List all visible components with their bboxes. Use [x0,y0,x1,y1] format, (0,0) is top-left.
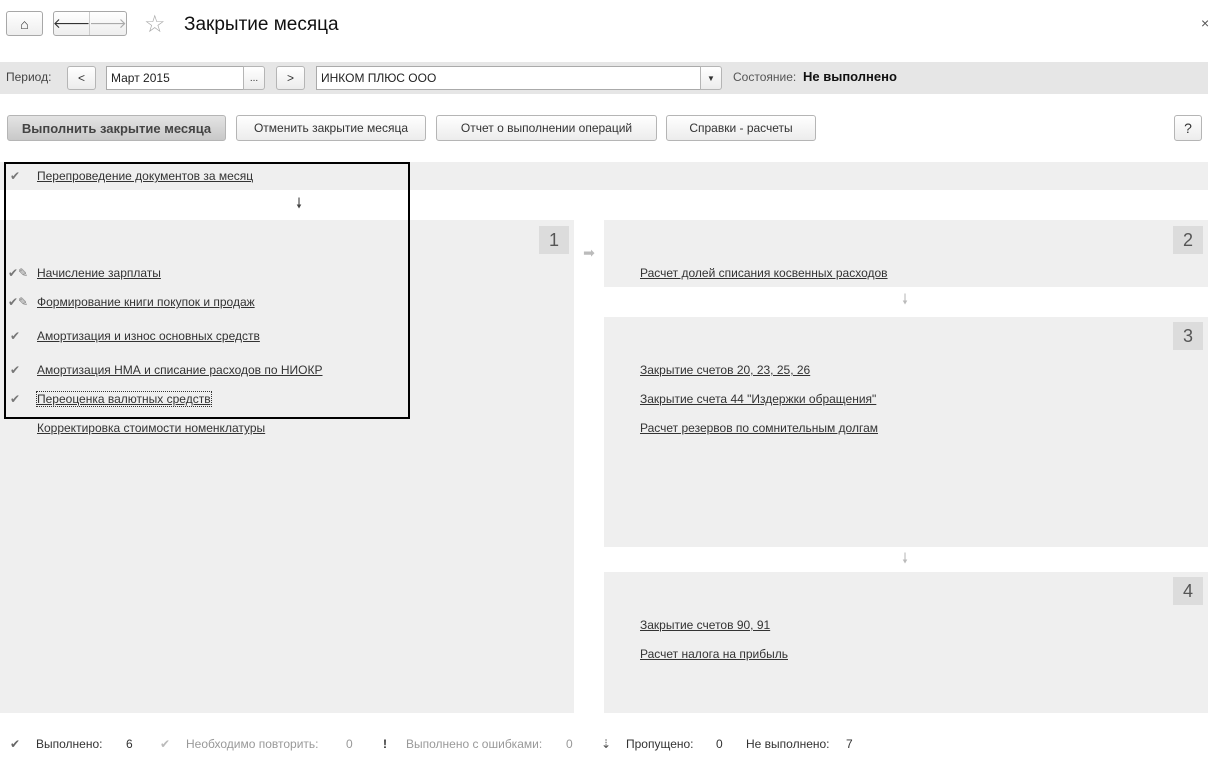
run-closing-button[interactable]: Выполнить закрытие месяца [7,115,226,141]
stage-number: 1 [539,226,569,254]
help-button[interactable]: ? [1174,115,1202,141]
stage-item-link[interactable]: Корректировка стоимости номенклатуры [37,421,265,435]
operations-report-button[interactable]: Отчет о выполнении операций [436,115,657,141]
legend-notdone-count: 7 [846,737,853,751]
stage-item-link[interactable]: Расчет налога на прибыль [640,647,788,661]
legend-done-count: 6 [126,737,133,751]
period-label: Период: [6,70,52,84]
check-icon: ✔ [10,737,21,751]
period-input[interactable]: Март 2015 [106,66,244,90]
exclamation-icon: ! [383,737,387,751]
prev-period-button[interactable]: < [67,66,96,90]
organization-input[interactable]: ИНКОМ ПЛЮС ООО [316,66,701,90]
legend-errors-count: 0 [566,737,573,751]
legend-errors-label: Выполнено с ошибками: [406,737,543,751]
legend-notdone-label: Не выполнено: [746,737,830,751]
page-title: Закрытие месяца [184,14,339,35]
organization-dropdown-button[interactable]: ▼ [700,66,722,90]
state-label: Состояние: [733,70,797,84]
legend-repeat-label: Необходимо повторить: [186,737,319,751]
stage-item-link[interactable]: Закрытие счета 44 "Издержки обращения" [640,392,876,406]
stage-number: 2 [1173,226,1203,254]
favorite-star-icon[interactable]: ☆ [144,10,166,39]
arrow-down-icon: 🠗 [901,291,909,307]
stage-item-link[interactable]: Расчет долей списания косвенных расходов [640,266,888,280]
history-nav: 🡐 🡒 [53,11,127,36]
references-button[interactable]: Справки - расчеты [666,115,816,141]
arrow-down-icon: ⇣ [601,737,612,751]
legend-skipped-label: Пропущено: [626,737,694,751]
stage-4-panel [604,572,1208,713]
highlight-frame [4,162,410,419]
legend-repeat-count: 0 [346,737,353,751]
legend-done-label: Выполнено: [36,737,103,751]
chevron-down-icon: ▼ [707,73,715,83]
forward-button[interactable]: 🡒 [89,12,127,35]
check-light-icon: ✔ [160,737,171,751]
cancel-closing-button[interactable]: Отменить закрытие месяца [236,115,426,141]
legend-skipped-count: 0 [716,737,723,751]
stage-item-link[interactable]: Расчет резервов по сомнительным долгам [640,421,878,435]
stage-item-link[interactable]: Закрытие счетов 90, 91 [640,618,770,632]
home-icon: ⌂ [20,15,29,32]
state-value: Не выполнено [803,69,897,84]
stage-number: 3 [1173,322,1203,350]
stage-number: 4 [1173,577,1203,605]
arrow-right-icon: ➡ [583,244,595,261]
period-select-button[interactable]: ... [243,66,265,90]
back-button[interactable]: 🡐 [53,12,90,35]
next-period-button[interactable]: > [276,66,305,90]
home-button[interactable]: ⌂ [6,11,43,36]
stage-item-link[interactable]: Закрытие счетов 20, 23, 25, 26 [640,363,810,377]
close-button[interactable]: × [1201,15,1209,31]
arrow-down-icon: 🠗 [901,550,909,566]
